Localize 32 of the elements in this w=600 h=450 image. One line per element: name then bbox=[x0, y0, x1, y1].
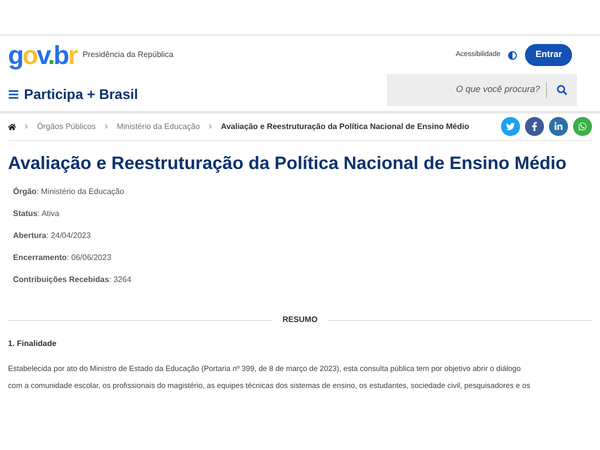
site-title: Participa + Brasil bbox=[24, 84, 138, 104]
breadcrumb-link[interactable]: Ministério da Educação bbox=[116, 120, 200, 132]
organization-name: Presidência da República bbox=[82, 49, 174, 61]
detail-text: Contribuições Recebidas: 3264 bbox=[13, 274, 132, 286]
contrast-icon[interactable] bbox=[508, 50, 518, 60]
home-icon[interactable] bbox=[8, 122, 16, 130]
whatsapp-icon bbox=[578, 122, 587, 131]
logo[interactable]: gov.br bbox=[8, 42, 77, 68]
search-icon[interactable] bbox=[557, 85, 567, 95]
share-button[interactable] bbox=[549, 117, 568, 136]
share-button[interactable] bbox=[501, 117, 520, 136]
detail-text: Abertura: 24/04/2023 bbox=[13, 230, 92, 242]
search-input[interactable]: O que você procura? bbox=[387, 83, 546, 97]
section-heading: RESUMO bbox=[282, 314, 318, 326]
chevron-icon bbox=[24, 124, 29, 129]
subsection-title: 1. Finalidade bbox=[8, 338, 58, 350]
detail-text: Status: Ativa bbox=[13, 208, 60, 220]
bird-icon bbox=[506, 122, 515, 131]
facebook-icon bbox=[530, 122, 539, 131]
share-button[interactable] bbox=[525, 117, 544, 136]
share-button[interactable] bbox=[573, 117, 592, 136]
chevron-icon bbox=[104, 124, 109, 129]
detail-text: Encerramento: 06/06/2023 bbox=[13, 252, 112, 264]
search-bar[interactable]: O que você procura? bbox=[387, 74, 577, 106]
breadcrumb-link[interactable]: Órgãos Públicos bbox=[37, 120, 96, 132]
menu-icon[interactable] bbox=[8, 88, 19, 100]
page-title: Avaliação e Reestruturação da Política Nacional de Ensino Médio bbox=[8, 152, 568, 175]
breadcrumb-current: Avaliação e Reestruturação da Política Nacional de Ensino Médio bbox=[220, 120, 470, 132]
detail-text: Órgão: Ministério da Educação bbox=[13, 186, 126, 198]
linkedin-icon bbox=[554, 122, 563, 131]
chevron-icon bbox=[208, 124, 213, 129]
login-button[interactable]: Entrar bbox=[525, 44, 572, 66]
